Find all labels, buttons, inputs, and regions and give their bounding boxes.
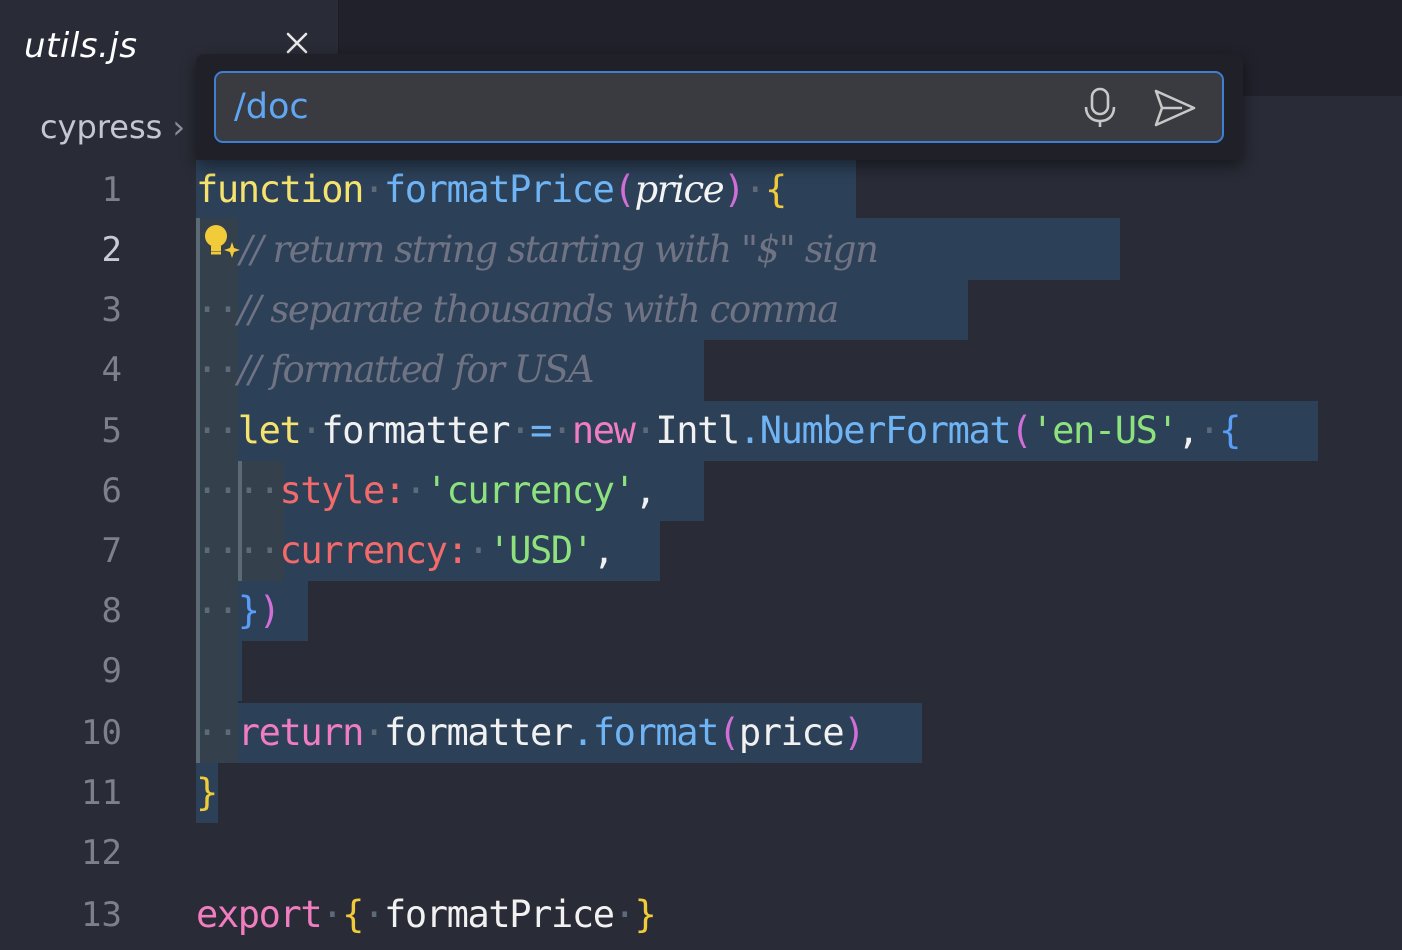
token-function-name: formatPrice — [383, 168, 615, 211]
code-line-5: ··let·formatter·=·new·Intl.NumberFormat(… — [196, 401, 1241, 461]
breadcrumb[interactable]: cypress › — [40, 108, 185, 146]
whitespace-dot: · — [321, 893, 343, 936]
token-property: style: — [279, 469, 407, 512]
token-argument: price — [738, 711, 845, 754]
whitespace-dot: · — [404, 469, 427, 512]
line-number: 12 — [81, 833, 122, 873]
line-number: 1 — [101, 170, 122, 210]
token-variable: formatter — [321, 409, 510, 452]
whitespace-dot: · — [613, 893, 636, 936]
whitespace-dot: · — [744, 168, 766, 211]
whitespace-dot: · — [509, 409, 531, 452]
token-keyword: export — [196, 893, 323, 936]
inline-chat-widget: /doc — [196, 54, 1243, 160]
token-method: format — [592, 711, 720, 754]
token-comment: // return string starting with "$" sign — [240, 228, 879, 271]
chat-input-value[interactable]: /doc — [234, 87, 309, 127]
whitespace-dot: ·· — [196, 409, 239, 452]
token-string: 'en-US' — [1031, 409, 1179, 452]
token-parameter: price — [634, 168, 724, 211]
token-paren: ) — [723, 168, 745, 211]
token-operator: = — [530, 409, 552, 452]
token-brace: { — [342, 893, 364, 936]
whitespace-dot: ·· — [196, 589, 239, 632]
code-line-8: ··}) — [196, 581, 281, 641]
token-string: 'USD' — [488, 529, 594, 572]
token-comment: // separate thousands with comma — [237, 288, 840, 331]
token-brace: } — [237, 589, 260, 632]
breadcrumb-folder[interactable]: cypress — [40, 108, 162, 146]
whitespace-dot: · — [363, 711, 385, 754]
code-line-7: ····currency:·'USD', — [196, 521, 615, 581]
line-number: 13 — [81, 895, 122, 935]
line-number: 9 — [101, 651, 122, 691]
token-property: currency: — [279, 529, 469, 572]
code-line-3: ··// separate thousands with comma — [196, 280, 840, 340]
token-paren: ) — [843, 711, 865, 754]
code-line-1: function·formatPrice(price)·{ — [196, 160, 787, 220]
tab-title: utils.js — [24, 26, 138, 66]
code-line-10: ··return·formatter.format(price) — [196, 703, 866, 763]
whitespace-dot: ·· — [196, 288, 239, 331]
code-line-2: // return string starting with "$" sign — [240, 220, 879, 280]
token-dot: . — [571, 711, 594, 754]
token-object: Intl — [655, 409, 740, 452]
whitespace-dot: ···· — [196, 529, 281, 572]
whitespace-dot: ·· — [196, 711, 239, 754]
token-dot: . — [738, 409, 761, 452]
line-number: 4 — [101, 350, 122, 390]
whitespace-dot: · — [363, 168, 385, 211]
token-keyword: function — [196, 168, 364, 211]
token-comma: , — [1177, 409, 1199, 452]
whitespace-dot: · — [467, 529, 489, 572]
code-line-4: ··// formatted for USA — [196, 340, 595, 400]
token-comma: , — [592, 529, 615, 572]
token-paren: ( — [1010, 409, 1032, 452]
token-brace: } — [634, 893, 656, 936]
line-number: 8 — [101, 591, 122, 631]
token-identifier: formatPrice — [383, 893, 615, 936]
token-brace: } — [196, 771, 218, 814]
token-class: NumberFormat — [759, 409, 1012, 452]
whitespace-dot: · — [550, 409, 573, 452]
token-variable: formatter — [383, 711, 573, 754]
line-number: 2 — [101, 230, 122, 270]
line-number: 5 — [101, 411, 122, 451]
code-line-13: export·{·formatPrice·} — [196, 885, 657, 945]
breadcrumb-separator: › — [172, 108, 186, 146]
code-line-6: ····style:·'currency', — [196, 461, 657, 521]
whitespace-dot: · — [300, 409, 322, 452]
microphone-icon[interactable] — [1082, 87, 1118, 129]
whitespace-dot: · — [363, 893, 385, 936]
line-number: 11 — [81, 773, 122, 813]
whitespace-dot: · — [634, 409, 657, 452]
token-keyword: new — [571, 409, 636, 452]
whitespace-dot: · — [1198, 409, 1220, 452]
code-editor[interactable]: 1 2 3 4 5 6 7 8 9 10 11 12 13 function·f… — [0, 160, 1402, 950]
token-keyword: let — [237, 409, 302, 452]
token-string: 'currency' — [425, 469, 636, 512]
line-number: 6 — [101, 471, 122, 511]
token-paren: ) — [258, 589, 281, 632]
token-comment: // formatted for USA — [237, 348, 595, 391]
token-brace: { — [1219, 409, 1241, 452]
code-line-11: } — [196, 763, 218, 823]
chat-input[interactable]: /doc — [214, 71, 1224, 143]
token-paren: ( — [613, 168, 636, 211]
token-paren: ( — [717, 711, 740, 754]
send-icon[interactable] — [1152, 87, 1198, 129]
token-comma: , — [634, 469, 656, 512]
whitespace-dot: ···· — [196, 469, 281, 512]
token-keyword: return — [237, 711, 365, 754]
token-brace: { — [765, 168, 787, 211]
line-number: 3 — [101, 290, 122, 330]
whitespace-dot: ·· — [196, 348, 239, 391]
sparkle-lightbulb-icon[interactable] — [200, 220, 244, 264]
line-number: 10 — [81, 713, 122, 753]
close-icon[interactable] — [283, 29, 311, 57]
line-number: 7 — [101, 531, 122, 571]
